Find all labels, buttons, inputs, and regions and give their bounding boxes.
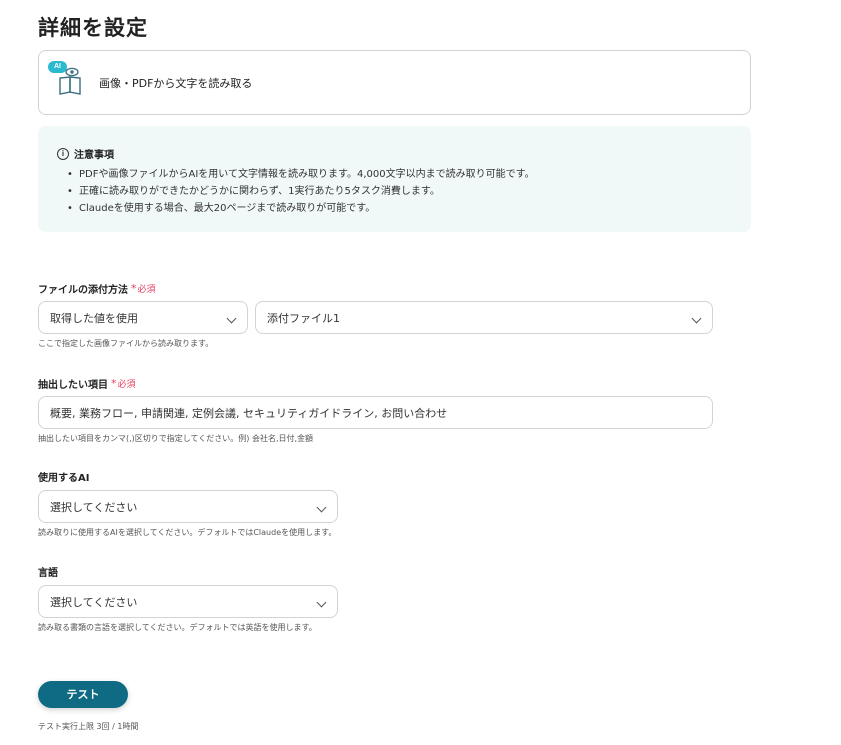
notice-item: PDFや画像ファイルからAIを用いて文字情報を読み取ります。4,000文字以内ま… bbox=[67, 166, 535, 183]
ai-model-select[interactable]: 選択してください bbox=[38, 490, 338, 523]
chevron-down-icon bbox=[226, 313, 237, 324]
ai-model-hint: 読み取りに使用するAIを選択してください。デフォルトではClaudeを使用します… bbox=[38, 528, 337, 537]
notice-box: i 注意事項 PDFや画像ファイルからAIを用いて文字情報を読み取ります。4,0… bbox=[38, 126, 751, 232]
action-label: 画像・PDFから文字を読み取る bbox=[99, 77, 253, 90]
chevron-down-icon bbox=[316, 597, 327, 608]
extract-items-input[interactable]: 概要, 業務フロー, 申請関連, 定例会議, セキュリティガイドライン, お問い… bbox=[38, 396, 713, 429]
test-limit-text: テスト実行上限 3回 / 1時間 bbox=[38, 722, 139, 731]
language-select[interactable]: 選択してください bbox=[38, 585, 338, 618]
language-hint: 読み取る書類の言語を選択してください。デフォルトでは英語を使用します。 bbox=[38, 623, 317, 632]
attach-method-hint: ここで指定した画像ファイルから読み取ります。 bbox=[38, 339, 214, 348]
info-icon: i bbox=[57, 147, 69, 160]
chevron-down-icon bbox=[691, 313, 702, 324]
attach-source-select[interactable]: 取得した値を使用 bbox=[38, 301, 248, 334]
test-button[interactable]: テスト bbox=[38, 681, 128, 708]
required-badge: *必須 bbox=[111, 377, 136, 390]
attach-method-label: ファイルの添付方法 *必須 bbox=[38, 282, 156, 296]
required-badge: *必須 bbox=[131, 282, 156, 295]
extract-items-label: 抽出したい項目 *必須 bbox=[38, 377, 136, 391]
attach-file-select[interactable]: 添付ファイル1 bbox=[255, 301, 713, 334]
notice-item: Claudeを使用する場合、最大20ページまで読み取りが可能です。 bbox=[67, 200, 535, 217]
notice-item: 正確に読み取りができたかどうかに関わらず、1実行あたり5タスク消費します。 bbox=[67, 183, 535, 200]
page-title: 詳細を設定 bbox=[38, 16, 148, 40]
ai-book-icon: AI bbox=[48, 60, 90, 100]
extract-items-hint: 抽出したい項目をカンマ(,)区切りで指定してください。例) 会社名,日付,金額 bbox=[38, 434, 314, 443]
book-eye-icon bbox=[59, 67, 81, 95]
notice-list: PDFや画像ファイルからAIを用いて文字情報を読み取ります。4,000文字以内ま… bbox=[67, 166, 535, 217]
language-label: 言語 bbox=[38, 568, 58, 579]
chevron-down-icon bbox=[316, 502, 327, 513]
notice-title: 注意事項 bbox=[74, 150, 114, 161]
action-card[interactable]: AI 画像・PDFから文字を読み取る bbox=[38, 50, 751, 115]
ai-model-label: 使用するAI bbox=[38, 473, 90, 484]
